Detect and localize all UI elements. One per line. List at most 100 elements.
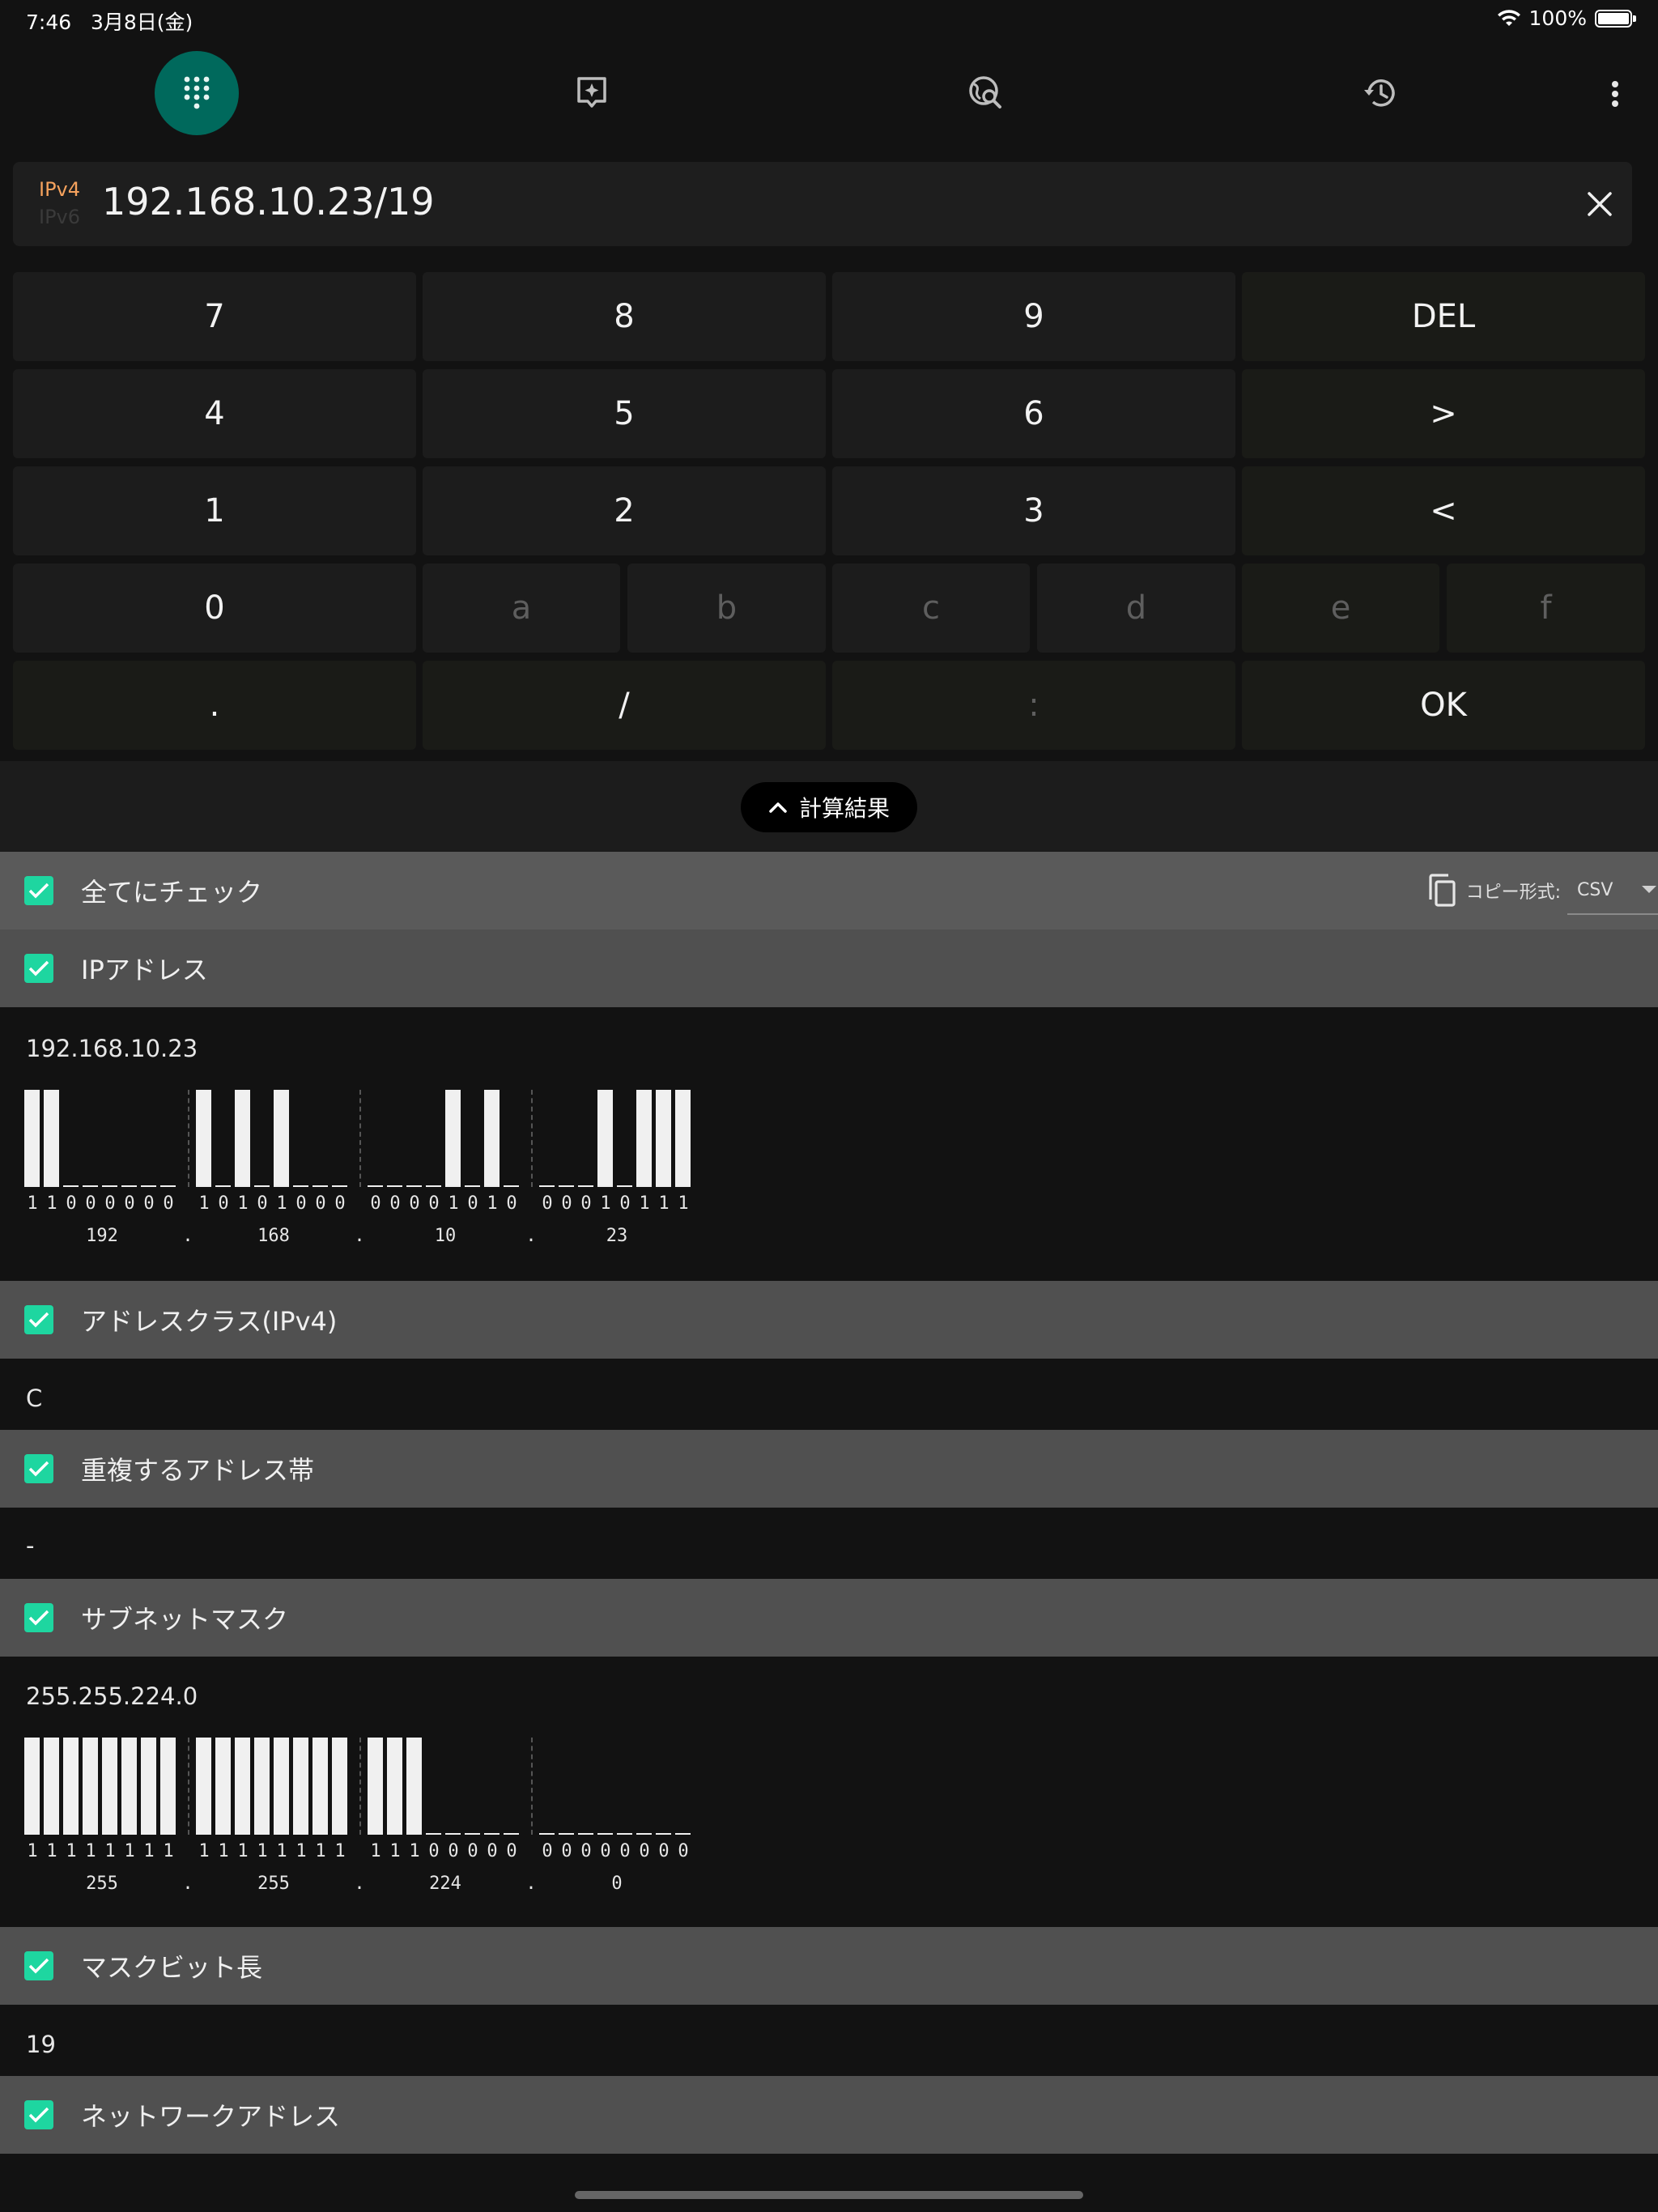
key-cursor-right[interactable]: >	[1242, 369, 1645, 458]
wifi-icon	[1497, 9, 1520, 26]
mask-bit-high-4	[102, 1738, 117, 1835]
ip-address-label: IPアドレス	[81, 955, 208, 985]
mask-bit-low-25	[559, 1833, 574, 1835]
ip-bit-low-9	[215, 1185, 231, 1187]
ip-bit-digit-31: 1	[678, 1193, 689, 1214]
key-4[interactable]: 4	[13, 369, 416, 458]
mask-bits-label: マスクビット長	[81, 1952, 263, 1983]
ip-bit-low-17	[387, 1185, 402, 1187]
copy-format-select[interactable]: CSV	[1567, 866, 1658, 915]
key-6[interactable]: 6	[832, 369, 1235, 458]
mask-bit-low-26	[578, 1833, 593, 1835]
key-delete[interactable]: DEL	[1242, 272, 1645, 361]
key-7[interactable]: 7	[13, 272, 416, 361]
ip-bit-digit-18: 0	[409, 1193, 420, 1214]
ip-bit-digit-9: 0	[218, 1193, 229, 1214]
ipv4-mode-tag[interactable]: IPv4	[39, 178, 80, 201]
mask-bit-high-10	[235, 1738, 250, 1835]
ipv6-mode-tag[interactable]: IPv6	[39, 206, 80, 228]
key-0[interactable]: 0	[13, 564, 416, 653]
key-dot[interactable]: .	[13, 661, 416, 750]
key-5[interactable]: 5	[423, 369, 826, 458]
mask-bit-low-30	[656, 1833, 671, 1835]
key-e[interactable]: e	[1242, 564, 1439, 653]
mask-octet-decimal-1: 255	[257, 1874, 290, 1894]
key-1[interactable]: 1	[13, 466, 416, 555]
check-all-row[interactable]: 全てにチェック	[0, 852, 1658, 929]
ip-bit-low-28	[617, 1185, 632, 1187]
ip-bit-low-14	[312, 1185, 328, 1187]
ip-bit-digit-19: 0	[428, 1193, 440, 1214]
overlap-value: -	[26, 1532, 35, 1559]
key-colon[interactable]: :	[832, 661, 1235, 750]
tab-ai-assist[interactable]	[550, 51, 634, 135]
mask-bit-digit-4: 1	[104, 1841, 116, 1861]
key-9[interactable]: 9	[832, 272, 1235, 361]
mask-bit-low-22	[484, 1833, 500, 1835]
ip-octet-separator-0	[188, 1090, 189, 1187]
copy-button[interactable]	[1426, 873, 1458, 908]
ip-bit-high-1	[44, 1090, 59, 1187]
subnet-mask-checkbox[interactable]	[24, 1603, 53, 1632]
key-ok[interactable]: OK	[1242, 661, 1645, 750]
key-b[interactable]: b	[627, 564, 826, 653]
key-c[interactable]: c	[832, 564, 1030, 653]
key-f[interactable]: f	[1447, 564, 1645, 653]
mask-bit-high-18	[406, 1738, 422, 1835]
mask-bit-low-28	[617, 1833, 632, 1835]
ip-bit-low-11	[254, 1185, 270, 1187]
ip-bit-low-26	[578, 1185, 593, 1187]
ip-bit-high-30	[656, 1090, 671, 1187]
mask-bit-low-24	[539, 1833, 555, 1835]
more-options-button[interactable]	[1603, 77, 1627, 113]
mask-bit-digit-20: 0	[448, 1841, 459, 1861]
mask-bit-high-12	[274, 1738, 289, 1835]
ip-bit-high-29	[636, 1090, 652, 1187]
address-class-checkbox[interactable]	[24, 1305, 53, 1334]
copy-format-value: CSV	[1577, 879, 1613, 900]
section-ip-address[interactable]: IPアドレス	[0, 929, 1658, 1007]
tab-ip-lookup[interactable]	[944, 51, 1028, 135]
ip-bit-digit-12: 1	[276, 1193, 287, 1214]
section-mask-bit-length[interactable]: マスクビット長	[0, 1927, 1658, 2005]
section-address-class[interactable]: アドレスクラス(IPv4)	[0, 1281, 1658, 1359]
ip-bit-high-10	[235, 1090, 250, 1187]
overlap-checkbox[interactable]	[24, 1454, 53, 1483]
address-input-value[interactable]: 192.168.10.23/19	[102, 180, 435, 223]
ip-bit-high-0	[24, 1090, 40, 1187]
tab-calculator[interactable]	[155, 51, 239, 135]
checkmark-icon	[28, 883, 49, 899]
ip-bit-low-4	[102, 1185, 117, 1187]
ip-bit-digit-11: 0	[257, 1193, 268, 1214]
check-all-checkbox[interactable]	[24, 876, 53, 905]
mask-bit-digit-3: 1	[85, 1841, 96, 1861]
mask-octet-decimal-2: 224	[429, 1874, 461, 1894]
key-3[interactable]: 3	[832, 466, 1235, 555]
address-class-value: C	[26, 1385, 43, 1412]
key-a[interactable]: a	[423, 564, 620, 653]
key-cursor-left[interactable]: <	[1242, 466, 1645, 555]
ip-bit-digit-13: 0	[295, 1193, 307, 1214]
section-subnet-mask[interactable]: サブネットマスク	[0, 1579, 1658, 1657]
clear-input-button[interactable]	[1579, 183, 1621, 225]
globe-search-icon	[969, 76, 1001, 108]
key-d[interactable]: d	[1037, 564, 1235, 653]
ip-bit-low-2	[63, 1185, 79, 1187]
key-slash[interactable]: /	[423, 661, 826, 750]
key-2[interactable]: 2	[423, 466, 826, 555]
network-address-checkbox[interactable]	[24, 2100, 53, 2129]
ip-bit-high-22	[484, 1090, 500, 1187]
mask-bits-checkbox[interactable]	[24, 1951, 53, 1980]
section-network-address[interactable]: ネットワークアドレス	[0, 2076, 1658, 2154]
copy-controls: コピー形式: CSV	[1426, 852, 1658, 929]
mask-bit-digit-5: 1	[124, 1841, 135, 1861]
mask-bit-digit-0: 1	[27, 1841, 38, 1861]
section-overlapping-range[interactable]: 重複するアドレス帯	[0, 1430, 1658, 1508]
key-8[interactable]: 8	[423, 272, 826, 361]
mask-bit-digit-11: 1	[257, 1841, 268, 1861]
ip-bit-digit-0: 1	[27, 1193, 38, 1214]
ip-address-checkbox[interactable]	[24, 954, 53, 983]
results-toggle-button[interactable]: 計算結果	[741, 782, 917, 832]
ip-bit-high-31	[675, 1090, 691, 1187]
tab-history[interactable]	[1338, 51, 1422, 135]
